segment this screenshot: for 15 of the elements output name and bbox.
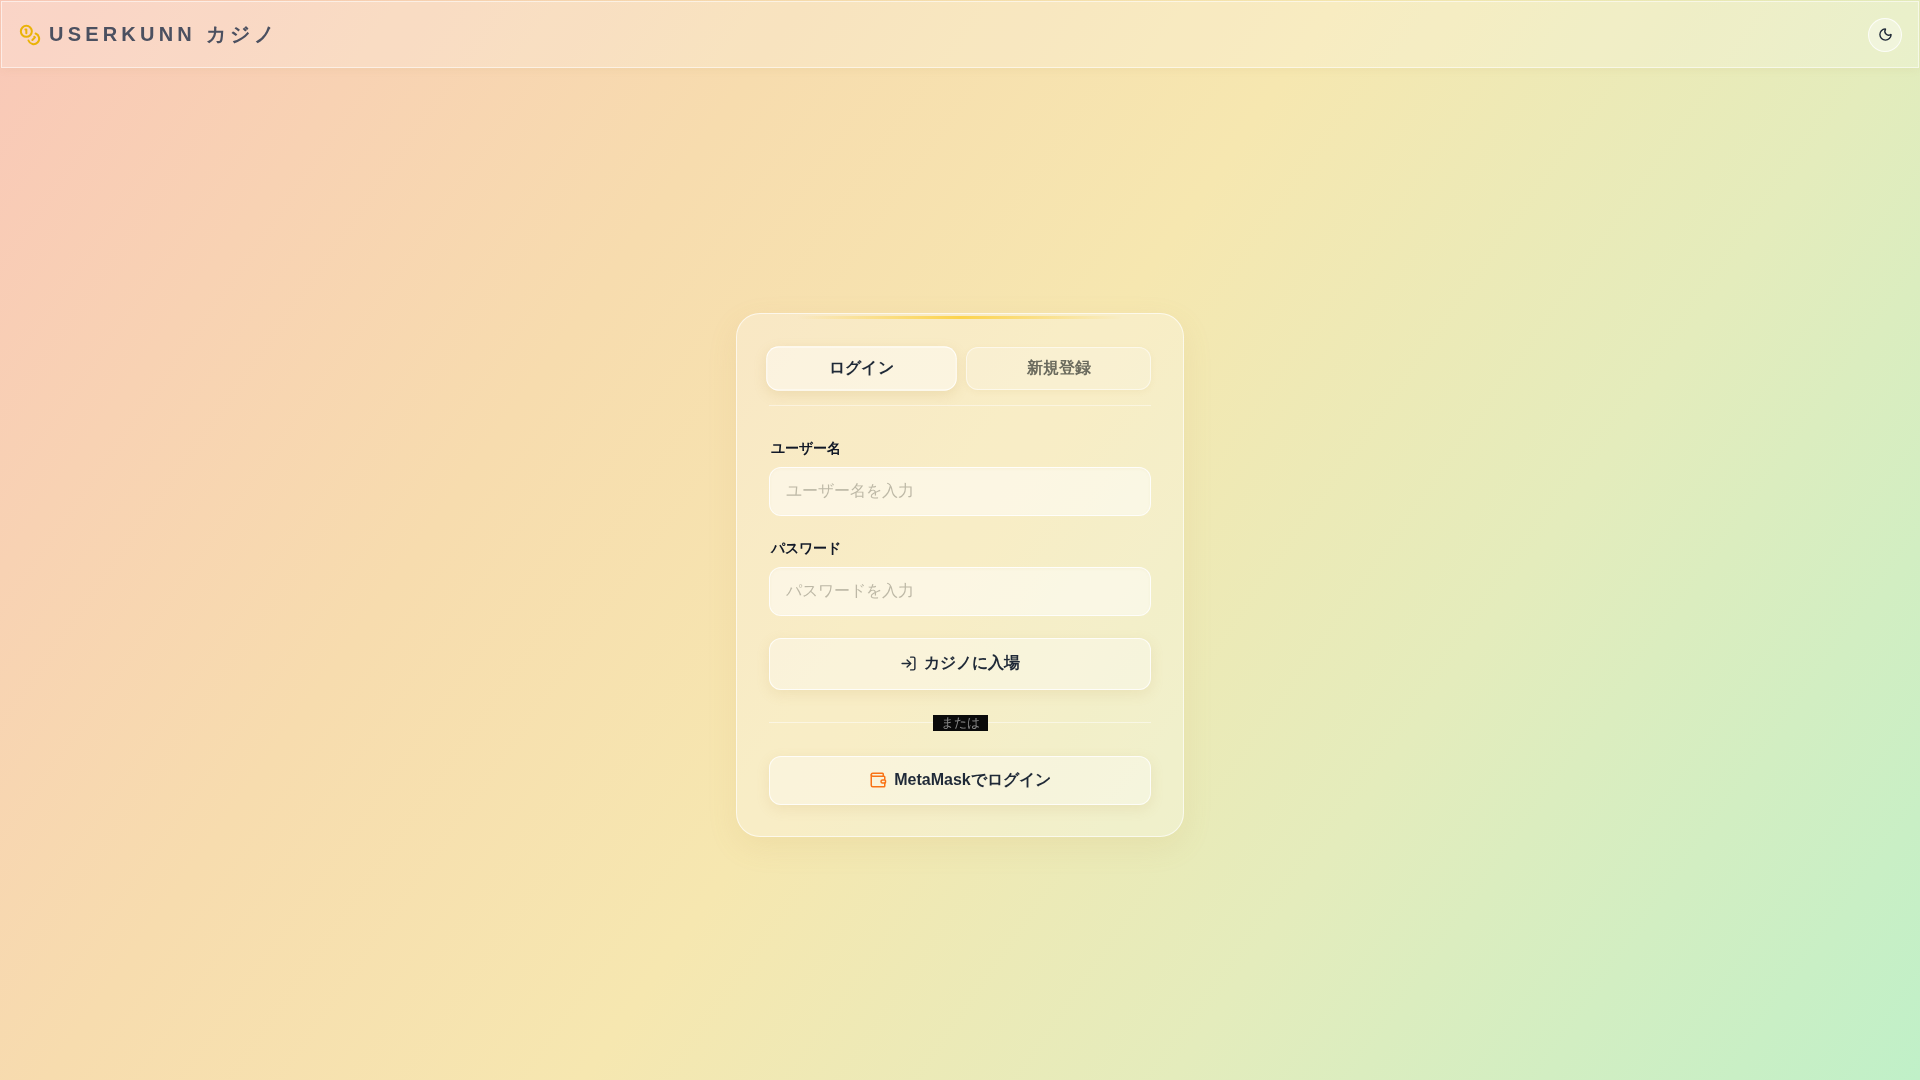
field-label: パスワード xyxy=(769,538,842,558)
wallet-icon xyxy=(869,771,888,789)
tab[interactable]: 新規登録 xyxy=(966,346,1151,390)
field-label: ユーザー名 xyxy=(770,438,842,458)
divider-label: または xyxy=(932,714,988,731)
login-arrow-icon xyxy=(900,655,917,672)
moon-icon xyxy=(1877,27,1893,42)
metamask-button[interactable]: MetaMaskでログイン xyxy=(769,755,1151,805)
input-field[interactable]: ユーザー名を入力 xyxy=(769,466,1151,516)
site-title: USERKUNN カジノ xyxy=(49,22,279,47)
theme-toggle-button[interactable] xyxy=(1868,17,1902,52)
coins-icon xyxy=(19,23,41,46)
tab[interactable]: ログイン xyxy=(766,345,957,391)
input-field[interactable]: パスワードを入力 xyxy=(769,566,1151,616)
enter-button[interactable]: カジノに入場 xyxy=(769,637,1151,690)
